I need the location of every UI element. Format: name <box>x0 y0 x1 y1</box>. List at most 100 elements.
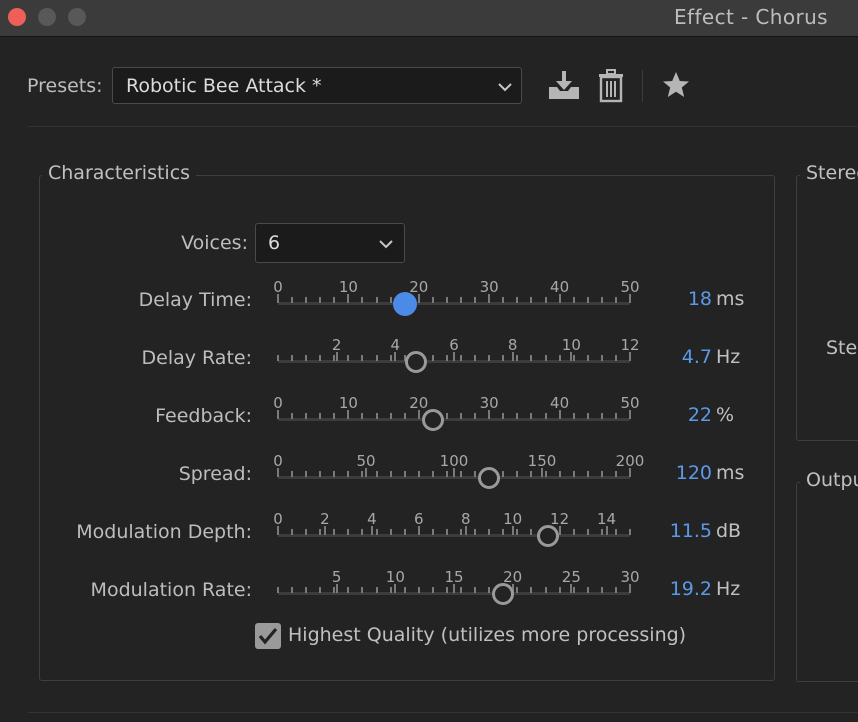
star-icon[interactable] <box>661 71 691 99</box>
slider-tick-label: 8 <box>507 336 518 354</box>
slider-tick-label: 40 <box>550 394 570 412</box>
slider-minor-tick <box>474 413 477 419</box>
slider-minor-tick <box>431 529 434 535</box>
slider-minor-tick <box>530 355 533 361</box>
slider-minor-tick <box>460 529 463 535</box>
slider-minor-tick <box>277 587 279 593</box>
slider-thumb[interactable] <box>536 525 559 547</box>
highest-quality-checkbox[interactable] <box>255 623 281 649</box>
param-slider[interactable]: 2 4 6 8 10 12 <box>277 336 640 376</box>
slider-thumb[interactable] <box>478 467 501 489</box>
param-slider[interactable]: 0 10 20 30 40 50 <box>273 278 640 318</box>
param-value[interactable]: 120 <box>676 462 712 484</box>
param-slider[interactable]: 5 10 15 20 25 30 <box>277 568 640 608</box>
slider-minor-tick <box>445 355 448 361</box>
slider-minor-tick <box>445 529 448 535</box>
slider-minor-tick <box>600 471 603 477</box>
param-unit: ms <box>716 288 745 310</box>
slider-minor-tick <box>389 471 392 477</box>
param-slider[interactable]: 0 50 100 150 200 <box>273 452 644 492</box>
slider-minor-tick <box>277 355 279 361</box>
slider-minor-tick <box>572 529 575 535</box>
slider-tick-label: 0 <box>273 452 283 470</box>
close-button[interactable] <box>8 8 26 26</box>
slider-minor-tick <box>319 297 322 303</box>
slider-thumb[interactable] <box>492 583 515 605</box>
slider-track <box>278 418 630 421</box>
slider-minor-tick <box>305 587 308 593</box>
slider-thumb[interactable] <box>392 292 417 316</box>
slider-minor-tick <box>431 297 434 303</box>
slider-minor-tick <box>558 471 561 477</box>
slider-tick-label: 10 <box>338 394 358 412</box>
slider-tick-label: 10 <box>561 336 581 354</box>
param-slider[interactable]: 0 10 20 30 40 50 <box>273 394 640 434</box>
slider-minor-tick <box>460 471 463 477</box>
stereo-step-label: Step <box>826 337 858 359</box>
slider-minor-tick <box>375 471 378 477</box>
slider-thumb[interactable] <box>421 409 444 431</box>
voices-value: 6 <box>268 232 281 254</box>
param-unit: dB <box>716 520 742 542</box>
slider-tick-label: 4 <box>390 336 401 354</box>
slider-minor-tick <box>614 529 617 535</box>
slider-minor-tick <box>530 529 533 535</box>
slider-minor-tick <box>586 355 589 361</box>
slider-minor-tick <box>488 587 491 593</box>
title-bar: Effect - Chorus <box>0 0 858 37</box>
slider-minor-tick <box>600 297 603 303</box>
chevron-down-icon <box>379 240 393 249</box>
slider-minor-tick <box>502 297 505 303</box>
param-label: Spread: <box>178 463 252 485</box>
slider-minor-tick <box>600 529 603 535</box>
slider-tick-label: 0 <box>273 510 283 528</box>
slider-tick-label: 20 <box>409 278 429 296</box>
slider-minor-tick <box>474 355 477 361</box>
slider-minor-tick <box>572 297 575 303</box>
param-slider[interactable]: 0 2 4 6 8 10 12 14 <box>273 510 631 550</box>
slider-minor-tick <box>572 587 575 593</box>
slider-tick-label: 50 <box>620 278 640 296</box>
slider-tick-label: 8 <box>460 510 471 528</box>
slider-tick-label: 10 <box>503 510 523 528</box>
param-value[interactable]: 22 <box>688 404 712 426</box>
slider-minor-tick <box>572 355 575 361</box>
param-value[interactable]: 19.2 <box>670 578 712 600</box>
slider-minor-tick <box>614 355 617 361</box>
slider-minor-tick <box>474 529 477 535</box>
slider-minor-tick <box>516 355 519 361</box>
slider-tick-label: 10 <box>385 568 405 586</box>
slider-minor-tick <box>460 355 463 361</box>
slider-minor-tick <box>347 529 350 535</box>
slider-minor-tick <box>403 471 406 477</box>
param-value[interactable]: 11.5 <box>670 520 712 542</box>
slider-minor-tick <box>305 297 308 303</box>
slider-tick-label: 4 <box>367 510 377 528</box>
slider-tick-label: 40 <box>550 278 570 296</box>
slider-minor-tick <box>403 587 406 593</box>
param-value[interactable]: 4.7 <box>682 346 712 368</box>
slider-tick-label: 15 <box>444 568 464 586</box>
download-preset-icon[interactable] <box>546 69 582 101</box>
slider-minor-tick <box>361 529 364 535</box>
window-title: Effect - Chorus <box>674 5 828 29</box>
presets-value: Robotic Bee Attack * <box>126 75 322 97</box>
slider-minor-tick <box>431 471 434 477</box>
presets-dropdown[interactable]: Robotic Bee Attack * <box>112 67 522 104</box>
param-value[interactable]: 18 <box>688 288 712 310</box>
slider-minor-tick <box>572 471 575 477</box>
maximize-button[interactable] <box>68 8 86 26</box>
slider-tick-label: 200 <box>615 452 645 470</box>
slider-tick-label: 30 <box>479 278 499 296</box>
slider-thumb[interactable] <box>404 351 427 373</box>
output-group <box>796 482 858 682</box>
trash-icon[interactable] <box>597 69 625 103</box>
minimize-button[interactable] <box>38 8 56 26</box>
voices-dropdown[interactable]: 6 <box>255 223 405 263</box>
slider-minor-tick <box>305 529 308 535</box>
slider-tick-label: 25 <box>561 568 581 586</box>
slider-minor-tick <box>361 297 364 303</box>
divider <box>28 712 858 713</box>
slider-minor-tick <box>389 529 392 535</box>
voices-label: Voices: <box>181 232 248 254</box>
